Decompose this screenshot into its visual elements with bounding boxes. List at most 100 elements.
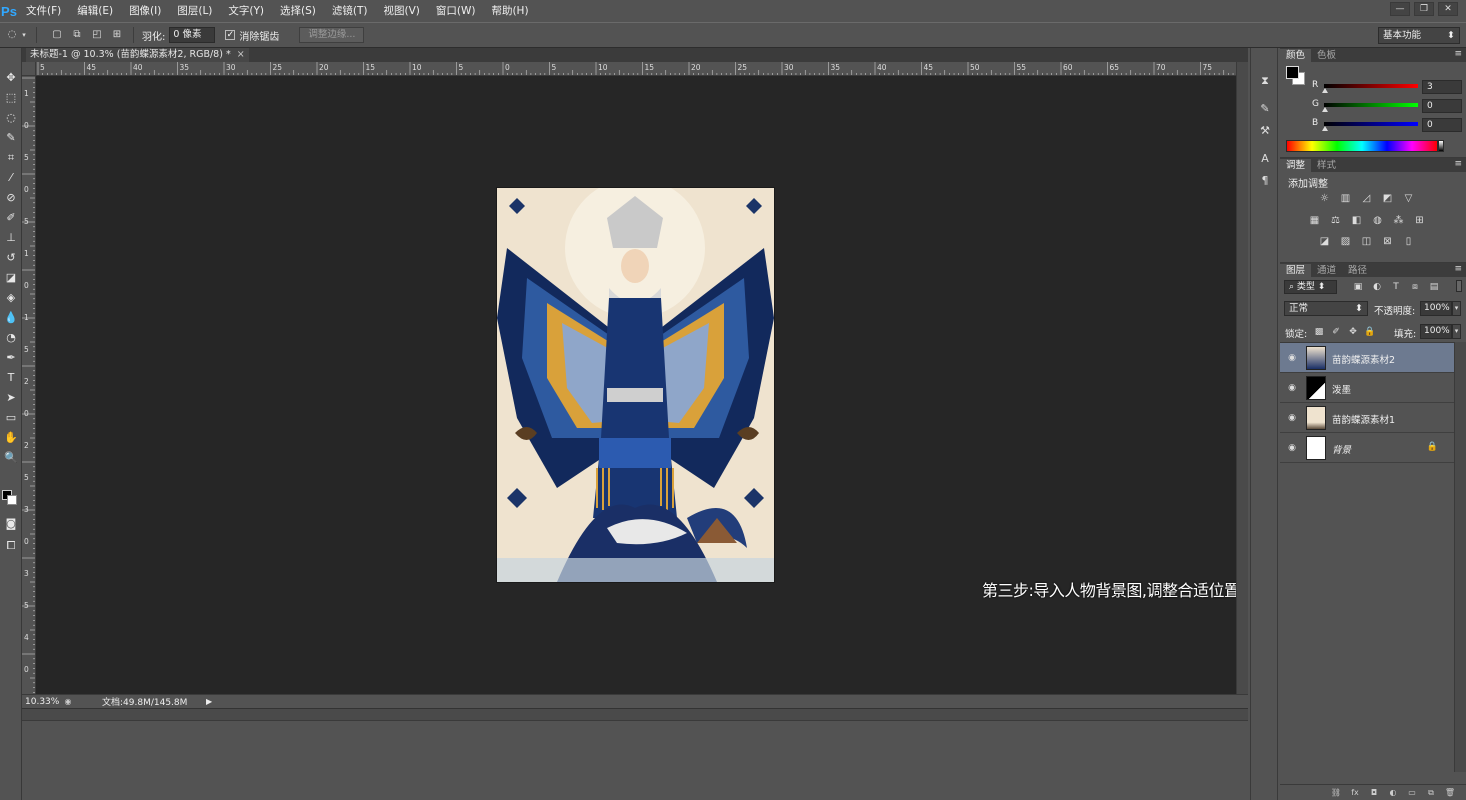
paragraph-panel-icon[interactable]: ¶ bbox=[1251, 170, 1279, 192]
green-slider-thumb[interactable] bbox=[1322, 107, 1328, 112]
posterize-icon[interactable]: ▨ bbox=[1339, 235, 1352, 248]
blur-tool-icon[interactable]: 💧 bbox=[0, 308, 22, 328]
vertical-scrollbar[interactable] bbox=[1236, 62, 1248, 694]
zoom-level-field[interactable]: 10.33% bbox=[22, 696, 59, 708]
curves-icon[interactable]: ◿ bbox=[1360, 192, 1373, 205]
levels-icon[interactable]: ▥ bbox=[1339, 192, 1352, 205]
layer-row[interactable]: ◉ 背景 🔒 bbox=[1280, 433, 1454, 463]
clone-stamp-tool-icon[interactable]: ⊥ bbox=[0, 228, 22, 248]
visibility-eye-icon[interactable]: ◉ bbox=[1286, 352, 1298, 364]
layer-row[interactable]: ◉ 苗韵蝶源素材2 bbox=[1280, 343, 1454, 373]
red-value-field[interactable]: 3 bbox=[1422, 80, 1462, 94]
fill-dropdown-icon[interactable]: ▾ bbox=[1452, 324, 1461, 339]
layer-row[interactable]: ◉ 泼墨 bbox=[1280, 373, 1454, 403]
opacity-field[interactable]: 100% bbox=[1420, 301, 1452, 316]
feather-input[interactable]: 0 像素 bbox=[169, 27, 216, 43]
new-selection-icon[interactable]: ▢ bbox=[49, 27, 65, 43]
green-slider-track[interactable] bbox=[1324, 103, 1418, 107]
gradient-map-icon[interactable]: ⊠ bbox=[1381, 235, 1394, 248]
color-balance-icon[interactable]: ⚖ bbox=[1329, 214, 1342, 227]
tab-color[interactable]: 颜色 bbox=[1280, 49, 1312, 62]
filter-pixel-icon[interactable]: ▣ bbox=[1352, 281, 1364, 293]
brightness-icon[interactable]: ☼ bbox=[1318, 192, 1331, 205]
link-layers-icon[interactable]: ⛓ bbox=[1330, 787, 1342, 799]
document-tab[interactable]: 未标题-1 @ 10.3% (苗韵蝶源素材2, RGB/8) * × bbox=[26, 48, 249, 62]
layers-scrollbar[interactable] bbox=[1454, 342, 1466, 772]
tab-styles[interactable]: 样式 bbox=[1311, 159, 1342, 172]
menu-file[interactable]: 文件(F) bbox=[18, 0, 69, 22]
lasso-tool-icon[interactable]: ◌ bbox=[4, 27, 20, 43]
visibility-eye-icon[interactable]: ◉ bbox=[1286, 382, 1298, 394]
menu-edit[interactable]: 编辑(E) bbox=[69, 0, 121, 22]
selective-color-icon[interactable]: ▯ bbox=[1402, 235, 1415, 248]
rectangle-tool-icon[interactable]: ▭ bbox=[0, 408, 22, 428]
hue-saturation-icon[interactable]: ▦ bbox=[1308, 214, 1321, 227]
horizontal-scrollbar[interactable] bbox=[22, 708, 1248, 720]
dodge-tool-icon[interactable]: ◔ bbox=[0, 328, 22, 348]
red-slider-track[interactable] bbox=[1324, 84, 1418, 88]
menu-help[interactable]: 帮助(H) bbox=[483, 0, 536, 22]
canvas-area[interactable]: 第三步:导入人物背景图,调整合适位置图层放置在泼墨图层上面 bbox=[36, 76, 1236, 694]
menu-type[interactable]: 文字(Y) bbox=[220, 0, 272, 22]
lock-image-pixels-icon[interactable]: ✐ bbox=[1330, 326, 1342, 338]
close-icon[interactable]: × bbox=[237, 48, 245, 62]
black-white-ramp[interactable] bbox=[1438, 140, 1444, 152]
tab-layers[interactable]: 图层 bbox=[1280, 264, 1312, 277]
menu-filter[interactable]: 滤镜(T) bbox=[324, 0, 376, 22]
filter-shape-icon[interactable]: ⧈ bbox=[1409, 281, 1421, 293]
path-selection-tool-icon[interactable]: ➤ bbox=[0, 388, 22, 408]
vertical-ruler[interactable]: 1050510152025303540 bbox=[22, 76, 36, 694]
photo-filter-icon[interactable]: ◍ bbox=[1371, 214, 1384, 227]
lock-transparent-pixels-icon[interactable]: ▩ bbox=[1313, 326, 1325, 338]
history-brush-tool-icon[interactable]: ↺ bbox=[0, 248, 22, 268]
visibility-eye-icon[interactable]: ◉ bbox=[1286, 442, 1298, 454]
panel-menu-icon[interactable]: ≡ bbox=[1454, 158, 1462, 171]
add-mask-icon[interactable]: ◘ bbox=[1368, 787, 1380, 799]
color-lookup-icon[interactable]: ⊞ bbox=[1413, 214, 1426, 227]
menu-window[interactable]: 窗口(W) bbox=[428, 0, 484, 22]
refine-edge-button[interactable]: 调整边缘... bbox=[299, 27, 365, 43]
horizontal-ruler[interactable]: 5 45 40 35 30 25 20 15 10 5 0 5 10 15 20 25 30 35 40 45 50 55… bbox=[36, 62, 1236, 76]
foreground-color-swatch[interactable] bbox=[1286, 66, 1299, 79]
threshold-icon[interactable]: ◫ bbox=[1360, 235, 1373, 248]
document-artwork-image[interactable] bbox=[497, 188, 774, 582]
menu-select[interactable]: 选择(S) bbox=[272, 0, 324, 22]
healing-brush-tool-icon[interactable]: ⊘ bbox=[0, 188, 22, 208]
close-button[interactable]: ✕ bbox=[1438, 2, 1458, 16]
paint-bucket-tool-icon[interactable]: ◈ bbox=[0, 288, 22, 308]
workspace-select[interactable]: 基本功能 ⬍ bbox=[1378, 27, 1460, 44]
pen-tool-icon[interactable]: ✒ bbox=[0, 348, 22, 368]
restore-button[interactable]: ❐ bbox=[1414, 2, 1434, 16]
minimize-button[interactable]: — bbox=[1390, 2, 1410, 16]
invert-icon[interactable]: ◪ bbox=[1318, 235, 1331, 248]
move-tool-icon[interactable]: ✥ bbox=[0, 68, 22, 88]
blend-mode-select[interactable]: 正常 ⬍ bbox=[1284, 301, 1368, 316]
tool-preset-chevron-icon[interactable]: ▾ bbox=[20, 27, 28, 43]
quick-selection-tool-icon[interactable]: ✎ bbox=[0, 128, 22, 148]
eraser-tool-icon[interactable]: ◪ bbox=[0, 268, 22, 288]
hand-tool-icon[interactable]: ✋ bbox=[0, 428, 22, 448]
color-spectrum-ramp[interactable] bbox=[1286, 140, 1438, 152]
zoom-tool-icon[interactable]: 🔍 bbox=[0, 448, 22, 468]
intersect-selection-icon[interactable]: ⊞ bbox=[109, 27, 125, 43]
status-menu-arrow-icon[interactable]: ▶ bbox=[206, 696, 216, 708]
marquee-tool-icon[interactable]: ⬚ bbox=[0, 88, 22, 108]
blue-slider-track[interactable] bbox=[1324, 122, 1418, 126]
tab-paths[interactable]: 路径 bbox=[1342, 264, 1373, 277]
filter-adjustment-icon[interactable]: ◐ bbox=[1371, 281, 1383, 293]
status-share-icon[interactable]: ◉ bbox=[62, 696, 74, 708]
menu-layer[interactable]: 图层(L) bbox=[169, 0, 220, 22]
green-value-field[interactable]: 0 bbox=[1422, 99, 1462, 113]
fill-field[interactable]: 100% bbox=[1420, 324, 1452, 339]
panel-menu-icon[interactable]: ≡ bbox=[1454, 48, 1462, 61]
panel-menu-icon[interactable]: ≡ bbox=[1454, 263, 1462, 276]
layer-style-icon[interactable]: fx bbox=[1349, 787, 1361, 799]
blue-slider-thumb[interactable] bbox=[1322, 126, 1328, 131]
tab-swatches[interactable]: 色板 bbox=[1311, 49, 1342, 62]
delete-layer-icon[interactable]: 🗑 bbox=[1444, 787, 1456, 799]
background-color-swatch[interactable] bbox=[7, 495, 17, 505]
antialias-checkbox[interactable]: ✓ bbox=[225, 30, 236, 40]
black-white-icon[interactable]: ◧ bbox=[1350, 214, 1363, 227]
crop-tool-icon[interactable]: ⌗ bbox=[0, 148, 22, 168]
brush-tool-icon[interactable]: ✐ bbox=[0, 208, 22, 228]
